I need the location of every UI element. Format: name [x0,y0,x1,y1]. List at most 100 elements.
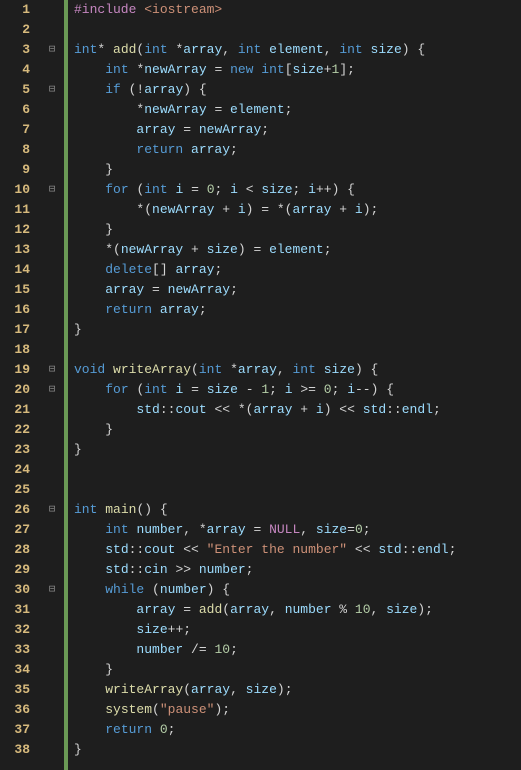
code-line[interactable] [74,480,521,500]
code-line[interactable]: array = newArray; [74,280,521,300]
token-op: , [300,522,316,537]
code-line[interactable]: int main() { [74,500,521,520]
fold-toggle[interactable]: ⊟ [40,80,64,100]
code-line[interactable]: for (int i = 0; i < size; i++) { [74,180,521,200]
line-number: 14 [0,260,40,280]
code-line[interactable]: int *newArray = new int[size+1]; [74,60,521,80]
token-ident: number [199,562,246,577]
code-editor[interactable]: 1234567891011121314151617181920212223242… [0,0,521,770]
token-op: % [332,602,355,617]
code-line[interactable]: std::cout << "Enter the number" << std::… [74,540,521,560]
token-op: ) { [402,42,425,57]
code-line[interactable]: if (!array) { [74,80,521,100]
code-line[interactable]: size++; [74,620,521,640]
code-line[interactable]: std::cin >> number; [74,560,521,580]
code-line[interactable]: return array; [74,140,521,160]
token-op: ) = [238,242,269,257]
fold-toggle [40,520,64,540]
token-ident: element [269,42,324,57]
fold-toggle[interactable]: ⊟ [40,580,64,600]
fold-toggle [40,300,64,320]
code-line[interactable]: } [74,420,521,440]
token-ident: array [292,202,331,217]
code-line[interactable]: array = newArray; [74,120,521,140]
code-line[interactable]: std::cout << *(array + i) << std::endl; [74,400,521,420]
line-number: 11 [0,200,40,220]
token-text [74,82,105,97]
token-ident: std [363,402,386,417]
code-line[interactable]: } [74,660,521,680]
code-line[interactable]: *(newArray + i) = *(array + i); [74,200,521,220]
token-text [74,682,105,697]
token-kw: return [105,302,160,317]
code-line[interactable] [74,20,521,40]
token-op: /= [183,642,214,657]
token-ident: array [191,682,230,697]
token-ident: newArray [168,282,230,297]
fold-toggle[interactable]: ⊟ [40,40,64,60]
token-ident: array [207,522,246,537]
code-line[interactable]: void writeArray(int *array, int size) { [74,360,521,380]
line-number: 33 [0,640,40,660]
code-line[interactable]: } [74,160,521,180]
fold-toggle [40,340,64,360]
fold-toggle [40,240,64,260]
code-line[interactable]: number /= 10; [74,640,521,660]
code-line[interactable]: return 0; [74,720,521,740]
fold-toggle [40,0,64,20]
code-line[interactable]: system("pause"); [74,700,521,720]
token-ident: cin [144,562,167,577]
token-func: system [105,702,152,717]
token-type: int [74,502,105,517]
token-kw: for [105,182,136,197]
token-op: (! [129,82,145,97]
token-op: = [347,522,355,537]
code-line[interactable]: #include <iostream> [74,0,521,20]
token-ident: i [308,182,316,197]
token-ident: array [160,302,199,317]
fold-toggle[interactable]: ⊟ [40,500,64,520]
fold-toggle[interactable]: ⊟ [40,380,64,400]
token-op: ( [183,682,191,697]
code-line[interactable] [74,460,521,480]
code-line[interactable]: while (number) { [74,580,521,600]
token-text [74,282,105,297]
token-ident: endl [402,402,433,417]
token-op: < [238,182,261,197]
code-line[interactable]: } [74,740,521,760]
token-ident: i [316,402,324,417]
code-line[interactable]: writeArray(array, size); [74,680,521,700]
token-op: - [238,382,261,397]
code-line[interactable]: array = add(array, number % 10, size); [74,600,521,620]
code-line[interactable]: int number, *array = NULL, size=0; [74,520,521,540]
token-text [74,702,105,717]
token-op: , [230,682,246,697]
token-text [74,582,105,597]
code-line[interactable]: *(newArray + size) = element; [74,240,521,260]
code-line[interactable] [74,340,521,360]
code-line[interactable]: for (int i = size - 1; i >= 0; i--) { [74,380,521,400]
token-str: "Enter the number" [207,542,347,557]
code-line[interactable]: *newArray = element; [74,100,521,120]
code-line[interactable]: } [74,220,521,240]
code-area[interactable]: #include <iostream> int* add(int *array, … [68,0,521,770]
code-line[interactable]: delete[] array; [74,260,521,280]
token-text [74,262,105,277]
token-null: NULL [269,522,300,537]
token-op: = [183,382,206,397]
code-line[interactable]: } [74,320,521,340]
token-op: ) { [183,82,206,97]
fold-toggle [40,280,64,300]
code-line[interactable]: } [74,440,521,460]
code-line[interactable]: return array; [74,300,521,320]
token-ident: newArray [152,202,214,217]
token-ident: array [105,282,144,297]
code-line[interactable]: int* add(int *array, int element, int si… [74,40,521,60]
token-ident: element [230,102,285,117]
token-ident: newArray [144,62,206,77]
fold-toggle[interactable]: ⊟ [40,360,64,380]
token-op: ( [222,602,230,617]
fold-toggle[interactable]: ⊟ [40,180,64,200]
token-op: ; [199,302,207,317]
token-op: ]; [339,62,355,77]
